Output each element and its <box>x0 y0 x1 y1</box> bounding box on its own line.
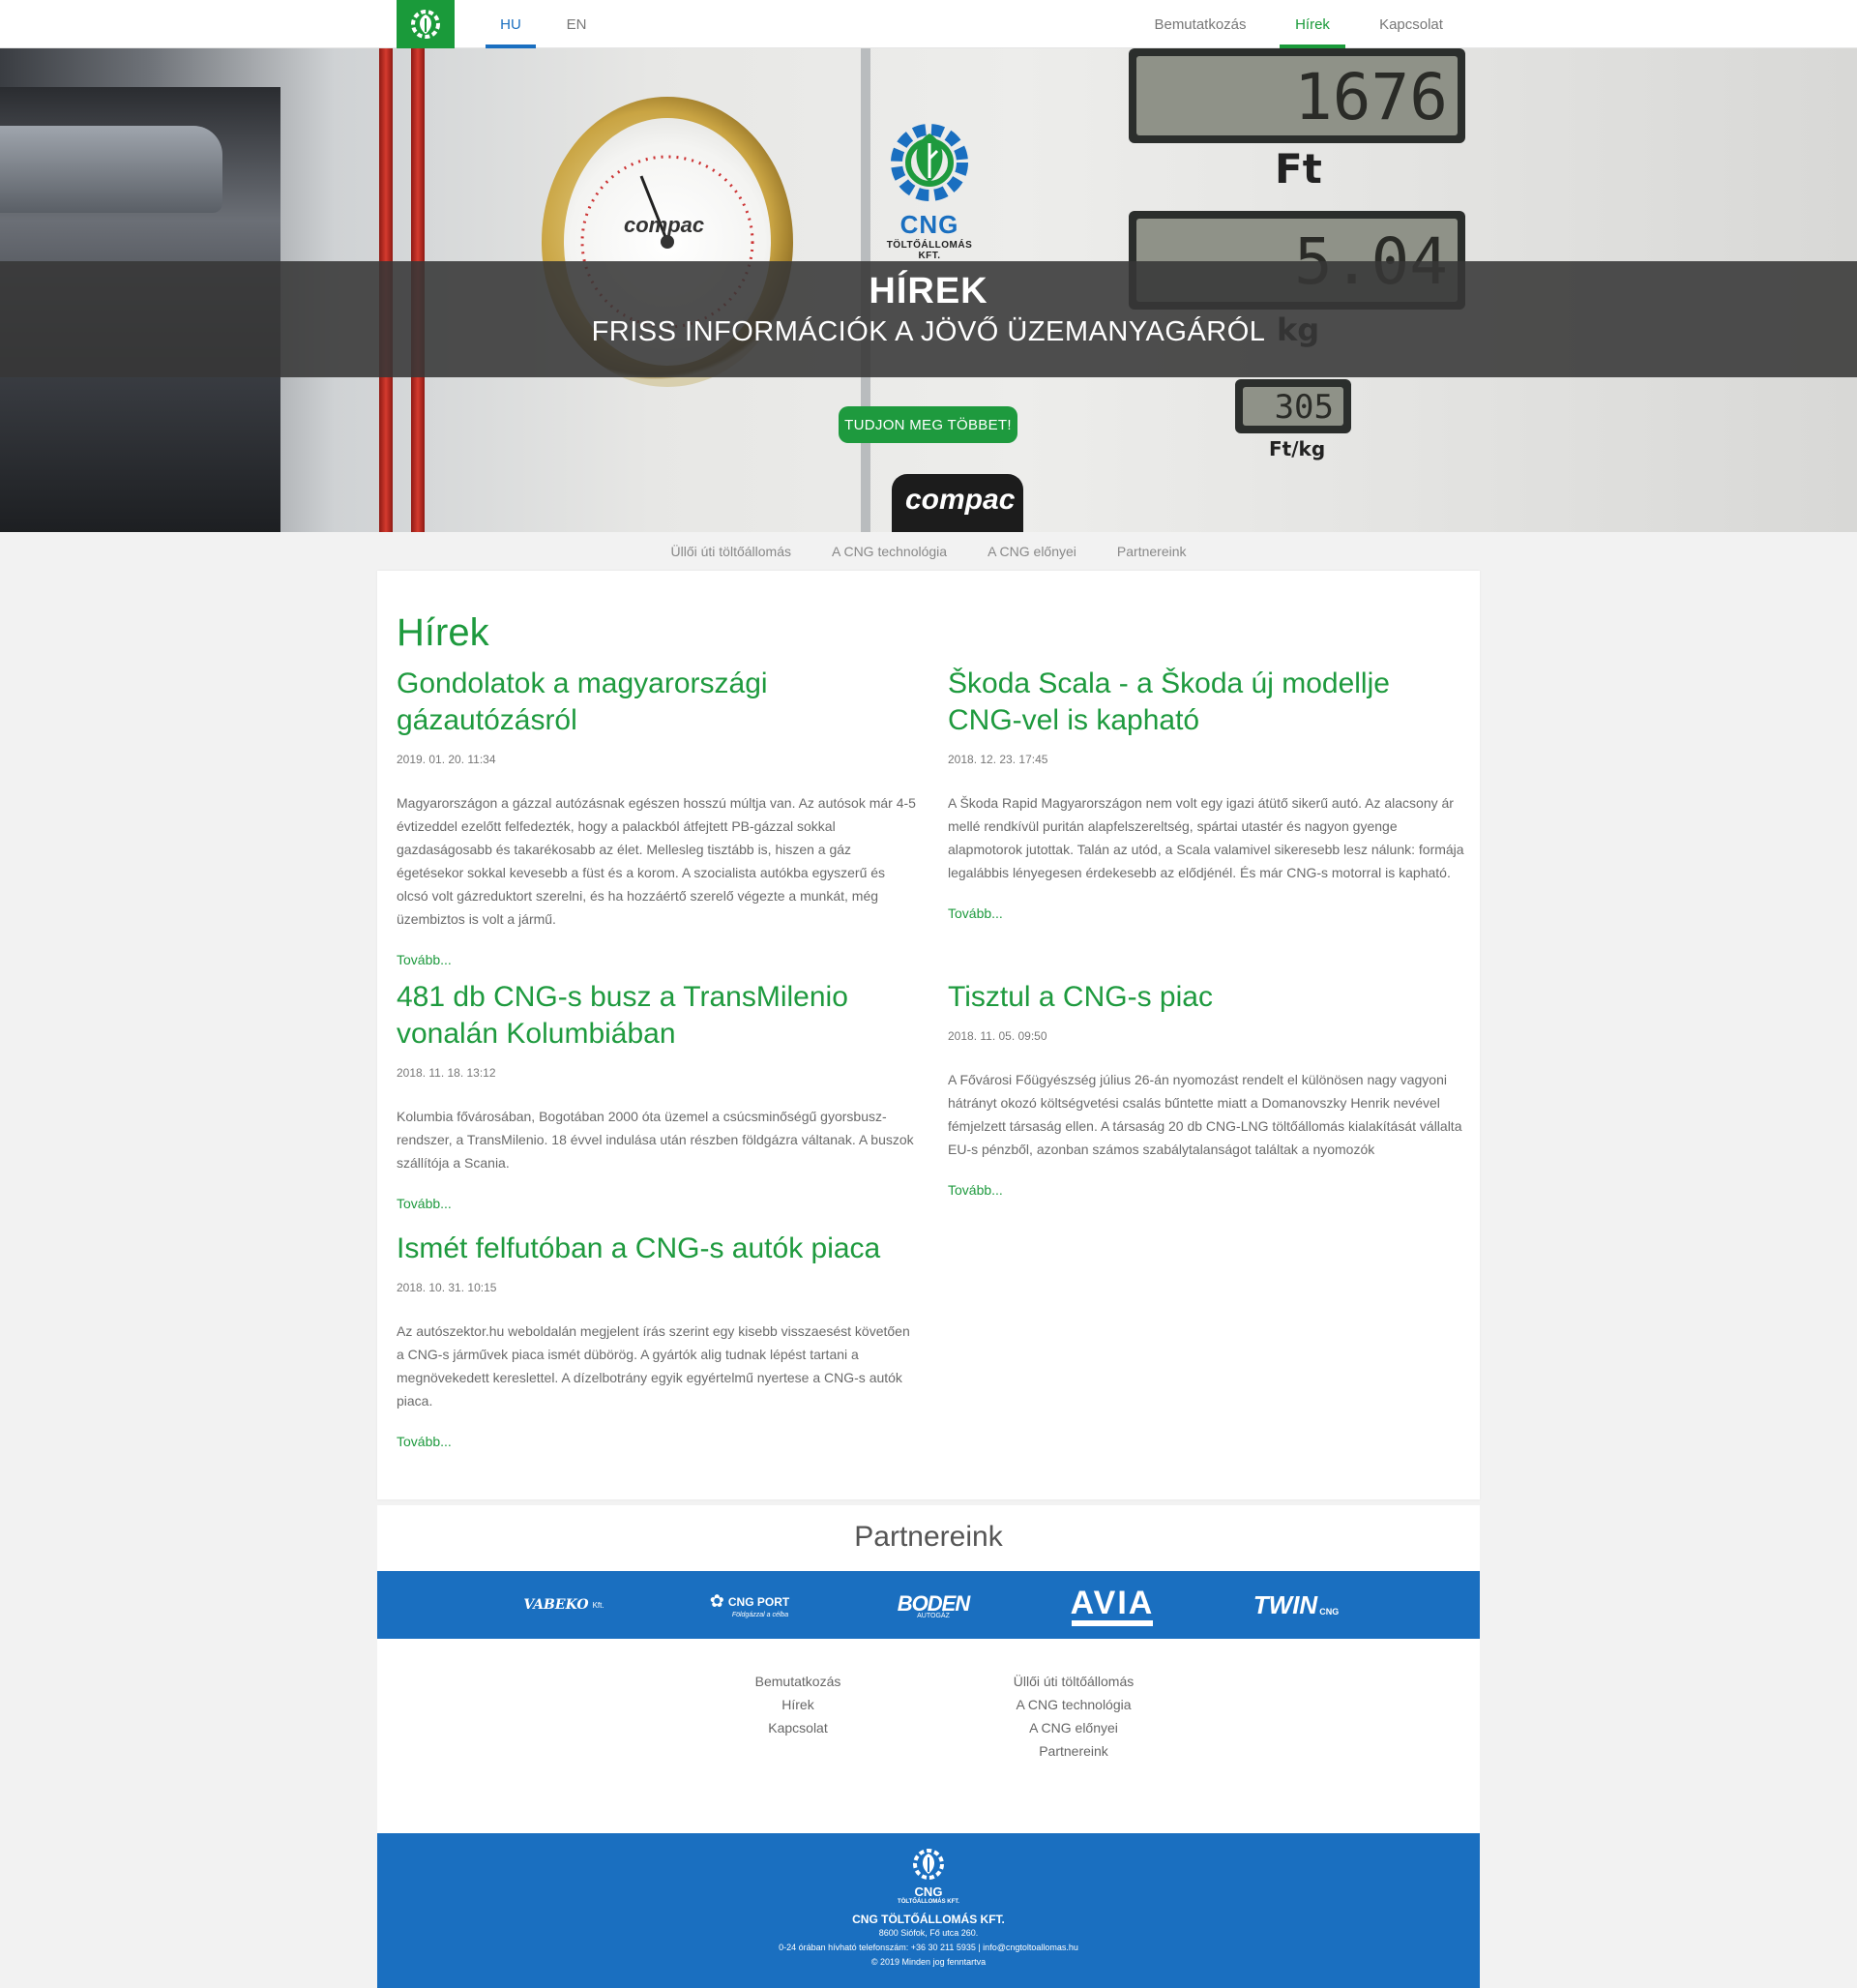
footer-links-sections: Üllői úti töltőállomás A CNG technológia… <box>977 1670 1170 1763</box>
partners-logo-strip: VABEKO Kft. ✿ CNG PORT Földgázzal a célb… <box>377 1571 1480 1639</box>
flower-icon: ✿ <box>709 1591 724 1611</box>
read-more-link[interactable]: Tovább... <box>397 1434 452 1449</box>
news-article: Tisztul a CNG-s piac 2018. 11. 05. 09:50… <box>948 979 1470 1200</box>
article-date: 2018. 11. 05. 09:50 <box>948 1029 1047 1043</box>
nav-kapcsolat[interactable]: Kapcsolat <box>1368 0 1455 48</box>
learn-more-button[interactable]: TUDJON MEG TÖBBET! <box>839 406 1017 443</box>
pump-display-price: 1676 <box>1129 48 1465 143</box>
news-card: Hírek Gondolatok a magyarországi gázautó… <box>377 571 1480 1499</box>
article-date: 2018. 12. 23. 17:45 <box>948 753 1048 766</box>
article-excerpt: A Fővárosi Főügyészség július 26-án nyom… <box>948 1072 1462 1157</box>
leaf-gear-icon <box>891 124 968 201</box>
article-excerpt: Magyarországon a gázzal autózásnak egész… <box>397 795 916 927</box>
top-navigation: HU EN Bemutatkozás Hírek Kapcsolat <box>0 0 1857 48</box>
footer-links-main: Bemutatkozás Hírek Kapcsolat <box>735 1670 861 1739</box>
leaf-gear-icon <box>411 10 440 39</box>
subnav-technologia[interactable]: A CNG technológia <box>832 544 947 559</box>
footer-link-hirek[interactable]: Hírek <box>735 1693 861 1716</box>
news-article: Ismét felfutóban a CNG-s autók piaca 201… <box>397 1231 919 1451</box>
hero-title-band: HÍREK FRISS INFORMÁCIÓK A JÖVŐ ÜZEMANYAG… <box>0 261 1857 377</box>
footer-logo: CNG TÖLTŐÁLLOMÁS KFT. <box>377 1845 1480 1905</box>
partners-section: Partnereink VABEKO Kft. ✿ CNG PORT Földg… <box>377 1505 1480 1834</box>
pump-display-unit-price: 305 <box>1235 379 1351 433</box>
partner-logo-cngport[interactable]: ✿ CNG PORT Földgázzal a célba <box>701 1571 798 1639</box>
nav-bemutatkozas[interactable]: Bemutatkozás <box>1141 0 1259 48</box>
article-date: 2018. 10. 31. 10:15 <box>397 1281 497 1294</box>
gauge-brand: compac <box>624 213 705 237</box>
lang-en[interactable]: EN <box>551 0 602 48</box>
article-title[interactable]: Ismét felfutóban a CNG-s autók piaca <box>397 1231 919 1267</box>
hero-cng-logo: CNG TÖLTŐÁLLOMÁS KFT. <box>876 114 983 261</box>
partners-title: Partnereink <box>854 1521 1003 1553</box>
nav-hirek[interactable]: Hírek <box>1280 0 1345 48</box>
footer-link-ulloi[interactable]: Üllői úti töltőállomás <box>977 1670 1170 1693</box>
hero-title: HÍREK <box>869 271 988 312</box>
site-logo[interactable] <box>397 0 455 48</box>
page-title: Hírek <box>397 611 489 654</box>
subnav-partnereink[interactable]: Partnereink <box>1117 544 1187 559</box>
article-date: 2018. 11. 18. 13:12 <box>397 1066 496 1080</box>
article-title[interactable]: Gondolatok a magyarországi gázautózásról <box>397 666 919 739</box>
footer-link-partnereink[interactable]: Partnereink <box>977 1739 1170 1763</box>
article-excerpt: A Škoda Rapid Magyarországon nem volt eg… <box>948 795 1464 880</box>
footer-link-elonyei[interactable]: A CNG előnyei <box>977 1716 1170 1739</box>
hero-banner: compac CNG TÖLTŐÁLLOMÁS KFT. 1676 Ft 5.0… <box>0 48 1857 532</box>
read-more-link[interactable]: Tovább... <box>948 905 1003 921</box>
article-excerpt: Az autószektor.hu weboldalán megjelent í… <box>397 1323 910 1409</box>
subnav-elonyei[interactable]: A CNG előnyei <box>987 544 1076 559</box>
article-title[interactable]: Tisztul a CNG-s piac <box>948 979 1470 1016</box>
footer-address: 8600 Siófok, Fő utca 260. <box>878 1928 979 1938</box>
article-title[interactable]: 481 db CNG-s busz a TransMilenio vonalán… <box>397 979 919 1053</box>
read-more-link[interactable]: Tovább... <box>397 952 452 967</box>
partner-logo-vabeko[interactable]: VABEKO Kft. <box>520 1571 607 1639</box>
leaf-gear-icon <box>913 1849 944 1880</box>
partner-logo-twin[interactable]: TWIN CNG <box>1253 1571 1340 1639</box>
read-more-link[interactable]: Tovább... <box>948 1182 1003 1198</box>
site-footer: CNG TÖLTŐÁLLOMÁS KFT. CNG TÖLTŐÁLLOMÁS K… <box>377 1833 1480 1988</box>
news-article: 481 db CNG-s busz a TransMilenio vonalán… <box>397 979 919 1213</box>
news-article: Škoda Scala - a Škoda új modellje CNG-ve… <box>948 666 1470 923</box>
article-excerpt: Kolumbia fővárosában, Bogotában 2000 óta… <box>397 1109 914 1171</box>
footer-link-kapcsolat[interactable]: Kapcsolat <box>735 1716 861 1739</box>
section-subnav: Üllői úti töltőállomás A CNG technológia… <box>0 532 1857 571</box>
footer-company: CNG TÖLTŐÁLLOMÁS KFT. <box>852 1913 1005 1926</box>
footer-contact[interactable]: 0-24 órában hívható telefonszám: +36 30 … <box>377 1941 1480 1955</box>
read-more-link[interactable]: Tovább... <box>397 1196 452 1211</box>
footer-link-bemutatkozas[interactable]: Bemutatkozás <box>735 1670 861 1693</box>
news-article: Gondolatok a magyarországi gázautózásról… <box>397 666 919 969</box>
article-title[interactable]: Škoda Scala - a Škoda új modellje CNG-ve… <box>948 666 1470 739</box>
lang-hu[interactable]: HU <box>486 0 536 48</box>
subnav-ulloi[interactable]: Üllői úti töltőállomás <box>671 544 792 559</box>
article-date: 2019. 01. 20. 11:34 <box>397 753 496 766</box>
hero-subtitle: FRISS INFORMÁCIÓK A JÖVŐ ÜZEMANYAGÁRÓL <box>591 316 1266 347</box>
footer-copyright: © 2019 Minden jog fenntartva <box>870 1957 987 1967</box>
partner-logo-avia[interactable]: AVIA <box>1069 1571 1156 1639</box>
pump-brand-sign: compac <box>892 474 1023 532</box>
footer-link-technologia[interactable]: A CNG technológia <box>977 1693 1170 1716</box>
partner-logo-boden[interactable]: BODEN AUTOGÁZ <box>890 1571 977 1639</box>
